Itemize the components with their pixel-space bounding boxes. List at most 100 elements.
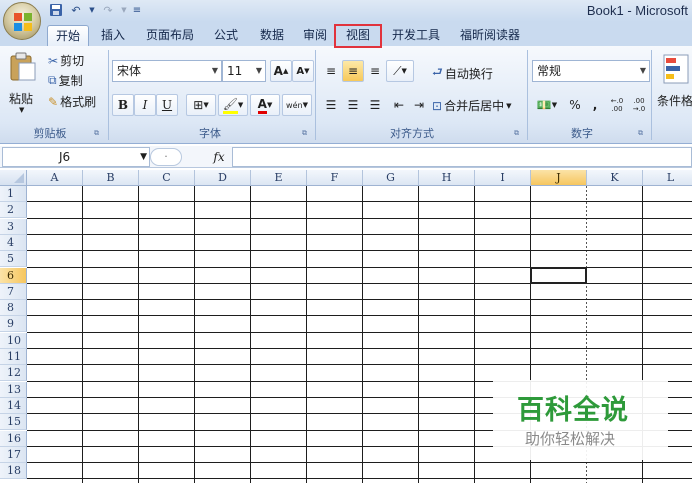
bold-icon: B <box>117 98 129 112</box>
tab-review[interactable]: 审阅 <box>297 25 333 46</box>
select-all-button[interactable] <box>0 170 27 186</box>
row-header-17[interactable]: 17 <box>0 446 27 463</box>
increase-indent-icon: ⇥ <box>413 98 425 112</box>
row-header-6[interactable]: 6 <box>0 267 27 284</box>
office-button[interactable] <box>3 2 41 40</box>
name-box[interactable]: J6 ▼ <box>2 147 150 167</box>
percent-icon: % <box>569 98 581 112</box>
borders-button[interactable]: ⊞ ▼ <box>186 94 216 116</box>
underline-icon: U <box>161 98 173 112</box>
row-header-7[interactable]: 7 <box>0 283 27 300</box>
tab-insert[interactable]: 插入 <box>93 25 133 46</box>
row-header-3[interactable]: 3 <box>0 218 27 235</box>
align-top-button[interactable]: ≡ <box>320 60 342 82</box>
formula-input[interactable] <box>232 147 692 167</box>
align-middle-button[interactable]: ≡ <box>342 60 364 82</box>
column-gridline <box>418 186 419 483</box>
tab-page-layout[interactable]: 页面布局 <box>138 25 202 46</box>
format-painter-button[interactable]: ✎ 格式刷 <box>48 93 96 110</box>
column-header-e[interactable]: E <box>251 170 307 186</box>
font-name-value: 宋体 <box>117 64 142 78</box>
currency-icon: 💵 <box>536 98 552 112</box>
font-name-select[interactable]: 宋体 ▼ <box>112 60 222 82</box>
row-header-4[interactable]: 4 <box>0 234 27 251</box>
row-header-15[interactable]: 15 <box>0 414 27 431</box>
underline-button[interactable]: U <box>156 94 178 116</box>
font-color-button[interactable]: A ▼ <box>250 94 280 116</box>
comma-style-button[interactable]: , <box>584 94 606 116</box>
comma-icon: , <box>592 98 598 112</box>
column-header-b[interactable]: B <box>83 170 139 186</box>
redo-dropdown-icon[interactable]: ▼ <box>120 2 128 18</box>
paste-button[interactable]: 粘贴 ▼ <box>6 52 40 122</box>
row-header-18[interactable]: 18 <box>0 463 27 480</box>
increase-decimal-button[interactable]: ←.0 .00 <box>606 94 628 116</box>
formula-bar: J6 ▼ · fx <box>0 146 692 168</box>
decrease-decimal-button[interactable]: .00 →.0 <box>628 94 650 116</box>
grow-font-button[interactable]: A ▲ <box>270 60 292 82</box>
tab-home[interactable]: 开始 <box>47 25 89 46</box>
shrink-font-button[interactable]: A ▼ <box>292 60 314 82</box>
save-icon[interactable] <box>48 2 64 18</box>
column-header-f[interactable]: F <box>307 170 363 186</box>
column-header-c[interactable]: C <box>139 170 195 186</box>
row-header-13[interactable]: 13 <box>0 381 27 398</box>
row-header-5[interactable]: 5 <box>0 251 27 268</box>
row-header-11[interactable]: 11 <box>0 349 27 365</box>
number-launcher-icon[interactable]: ⧉ <box>638 129 647 138</box>
column-header-g[interactable]: G <box>363 170 419 186</box>
row-header-16[interactable]: 16 <box>0 430 27 447</box>
redo-icon[interactable]: ↷ <box>100 2 116 18</box>
column-header-j[interactable]: J <box>531 170 587 186</box>
row-header-2[interactable]: 2 <box>0 202 27 219</box>
undo-icon[interactable]: ↶ <box>68 2 84 18</box>
align-left-button[interactable]: ☰ <box>320 94 342 116</box>
customize-qat-icon[interactable]: ≡ <box>132 2 142 18</box>
bold-button[interactable]: B <box>112 94 134 116</box>
fill-color-button[interactable]: 🖌 ▼ <box>218 94 248 116</box>
phonetic-button[interactable]: wén ▼ <box>282 94 312 116</box>
row-header-12[interactable]: 12 <box>0 365 27 382</box>
row-header-1[interactable]: 1 <box>0 186 27 202</box>
column-header-k[interactable]: K <box>587 170 643 186</box>
wrap-text-button[interactable]: ⮐ 自动换行 <box>432 63 493 84</box>
tab-data[interactable]: 数据 <box>252 25 292 46</box>
active-cell[interactable] <box>530 266 587 284</box>
tab-formulas[interactable]: 公式 <box>206 25 246 46</box>
font-size-select[interactable]: 11 ▼ <box>222 60 266 82</box>
italic-button[interactable]: I <box>134 94 156 116</box>
row-header-10[interactable]: 10 <box>0 332 27 349</box>
column-header-a[interactable]: A <box>27 170 83 186</box>
conditional-format-button[interactable]: 条件格 <box>655 52 692 122</box>
increase-indent-button[interactable]: ⇥ <box>408 94 430 116</box>
merge-center-button[interactable]: ⊡ 合并后居中 ▼ <box>432 97 511 114</box>
percent-style-button[interactable]: % <box>564 94 586 116</box>
column-header-l[interactable]: L <box>643 170 692 186</box>
accounting-format-button[interactable]: 💵 ▼ <box>532 94 562 116</box>
align-center-button[interactable]: ☰ <box>342 94 364 116</box>
undo-dropdown-icon[interactable]: ▼ <box>88 2 96 18</box>
align-bottom-button[interactable]: ≡ <box>364 60 386 82</box>
row-header-8[interactable]: 8 <box>0 300 27 317</box>
insert-function-button[interactable]: fx <box>206 147 232 167</box>
conditional-format-label: 条件格 <box>657 94 692 108</box>
watermark: 百科全说 助你轻松解决 <box>493 380 668 460</box>
chevron-down-icon: ▼ <box>211 66 218 75</box>
decrease-indent-button[interactable]: ⇤ <box>388 94 410 116</box>
align-left-icon: ☰ <box>325 98 337 112</box>
font-launcher-icon[interactable]: ⧉ <box>302 129 311 138</box>
tab-foxit-reader[interactable]: 福昕阅读器 <box>452 25 528 46</box>
copy-button[interactable]: ⧉ 复制 <box>48 72 83 89</box>
row-header-14[interactable]: 14 <box>0 397 27 414</box>
clipboard-launcher-icon[interactable]: ⧉ <box>94 129 103 138</box>
column-header-h[interactable]: H <box>419 170 475 186</box>
orientation-button[interactable]: ⟋ ▼ <box>386 60 414 82</box>
column-header-i[interactable]: I <box>475 170 531 186</box>
column-header-d[interactable]: D <box>195 170 251 186</box>
align-right-button[interactable]: ☰ <box>364 94 386 116</box>
cut-button[interactable]: ✂ 剪切 <box>48 52 84 69</box>
row-header-9[interactable]: 9 <box>0 316 27 333</box>
alignment-launcher-icon[interactable]: ⧉ <box>514 129 523 138</box>
number-format-select[interactable]: 常规 ▼ <box>532 60 650 82</box>
tab-developer[interactable]: 开发工具 <box>385 25 447 46</box>
